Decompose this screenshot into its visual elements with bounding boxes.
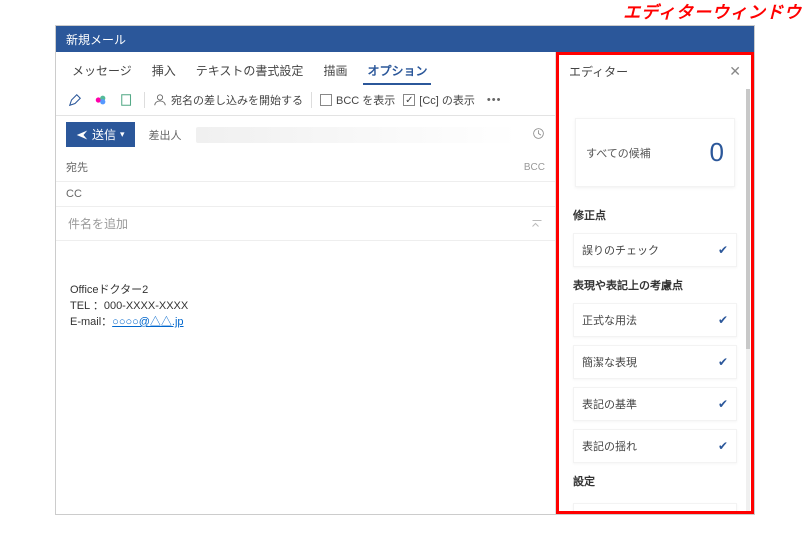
option-notation-inconsistency[interactable]: 表記の揺れ ✔ — [573, 429, 737, 463]
main-pane: メッセージ 挿入 テキストの書式設定 描画 オプション — [56, 52, 556, 514]
suggestions-label: すべての候補 — [586, 145, 651, 161]
suggestions-card[interactable]: すべての候補 0 — [575, 118, 735, 187]
editor-title: エディター — [569, 63, 628, 80]
window-title: 新規メール — [66, 31, 126, 48]
options-toolbar: 宛名の差し込みを開始する BCC を表示 [Cc] の表示 ••• — [56, 85, 555, 116]
cc-checkbox — [403, 94, 415, 106]
bcc-toggle[interactable]: BCC を表示 — [320, 92, 395, 108]
tel-label: TEL ： — [70, 300, 104, 312]
check-icon: ✔ — [718, 243, 728, 257]
person-icon — [153, 93, 167, 107]
bcc-link[interactable]: BCC — [524, 162, 545, 173]
editor-scrollbar-thumb[interactable] — [746, 89, 750, 349]
cc-toggle[interactable]: [Cc] の表示 — [403, 92, 475, 108]
signature-name: Officeドクター2 — [70, 281, 541, 297]
bcc-checkbox — [320, 94, 332, 106]
option-label: 誤りのチェック — [582, 242, 659, 258]
editor-pane: エディター ✕ すべての候補 0 修正点 誤りのチェック ✔ 表現や表記上の考慮… — [556, 52, 754, 514]
email-label: E-mail： — [70, 316, 112, 328]
send-icon — [76, 129, 88, 141]
ribbon-tabs: メッセージ 挿入 テキストの書式設定 描画 オプション — [56, 52, 555, 85]
option-label: 表記の基準 — [582, 396, 637, 412]
send-label: 送信 — [92, 126, 116, 143]
subject-row[interactable]: 件名を追加 — [56, 207, 555, 241]
cc-field-row: CC — [56, 182, 555, 207]
option-label: 正式な用法 — [582, 312, 637, 328]
from-label: 差出人 — [149, 127, 182, 143]
settings-section-title: 設定 — [559, 467, 751, 495]
tab-text-format[interactable]: テキストの書式設定 — [192, 58, 308, 85]
send-split-chevron: ▾ — [120, 129, 125, 140]
pen-icon[interactable] — [66, 91, 84, 109]
to-label[interactable]: 宛先 — [66, 159, 106, 175]
subject-placeholder: 件名を追加 — [68, 215, 128, 232]
editor-customize-button[interactable]: エディターのカスタマイズ — [573, 503, 737, 514]
message-body[interactable]: Officeドクター2 TEL ：000-XXXX-XXXX E-mail：○○… — [56, 241, 555, 514]
refinements-section-title: 表現や表記上の考慮点 — [559, 271, 751, 299]
send-row: 送信 ▾ 差出人 — [56, 116, 555, 153]
tab-options[interactable]: オプション — [363, 58, 431, 85]
editor-customize-label: エディターのカスタマイズ — [612, 512, 728, 514]
option-formal-usage[interactable]: 正式な用法 ✔ — [573, 303, 737, 337]
tab-draw[interactable]: 描画 — [319, 58, 351, 85]
schedule-icon[interactable] — [532, 127, 545, 143]
check-icon: ✔ — [718, 313, 728, 327]
cc-field-label[interactable]: CC — [66, 188, 106, 200]
more-options-button[interactable]: ••• — [483, 94, 506, 106]
bcc-label: BCC を表示 — [336, 92, 395, 108]
option-label: 簡潔な表現 — [582, 354, 637, 370]
check-icon: ✔ — [718, 355, 728, 369]
editor-header: エディター ✕ — [559, 55, 751, 88]
tab-insert[interactable]: 挿入 — [148, 58, 180, 85]
editor-window-callout: エディターウィンドウ — [623, 0, 802, 23]
option-notation-standard[interactable]: 表記の基準 ✔ — [573, 387, 737, 421]
signature-tel-line: TEL ：000-XXXX-XXXX — [70, 297, 541, 313]
signature-email-line: E-mail：○○○○@△△.jp — [70, 313, 541, 329]
compose-window: 新規メール メッセージ 挿入 テキストの書式設定 描画 オプション — [55, 25, 755, 515]
titlebar: 新規メール — [56, 26, 754, 52]
check-icon: ✔ — [718, 397, 728, 411]
close-icon[interactable]: ✕ — [729, 63, 741, 80]
mailmerge-button[interactable]: 宛名の差し込みを開始する — [153, 92, 303, 108]
corrections-section-title: 修正点 — [559, 201, 751, 229]
suggestions-count: 0 — [710, 137, 724, 168]
option-label: 表記の揺れ — [582, 438, 637, 454]
theme-colors-icon[interactable] — [92, 91, 110, 109]
toolbar-divider-2 — [311, 92, 312, 108]
mailmerge-label: 宛名の差し込みを開始する — [171, 92, 303, 108]
send-button[interactable]: 送信 ▾ — [66, 122, 135, 147]
tab-message[interactable]: メッセージ — [68, 58, 136, 85]
check-icon: ✔ — [718, 439, 728, 453]
expand-draft-icon[interactable] — [531, 216, 543, 231]
tel-number: 000-XXXX-XXXX — [104, 300, 188, 312]
cc-label: [Cc] の表示 — [419, 92, 475, 108]
email-link[interactable]: ○○○○@△△.jp — [112, 316, 183, 328]
page-color-icon[interactable] — [118, 91, 136, 109]
option-concise[interactable]: 簡潔な表現 ✔ — [573, 345, 737, 379]
toolbar-divider — [144, 92, 145, 108]
from-value-redacted[interactable] — [196, 127, 518, 143]
option-error-check[interactable]: 誤りのチェック ✔ — [573, 233, 737, 267]
to-field-row: 宛先 BCC — [56, 153, 555, 182]
